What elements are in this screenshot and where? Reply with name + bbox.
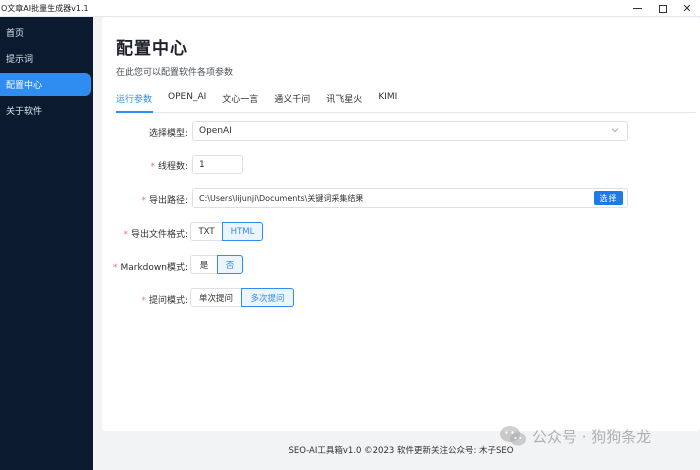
watermark-text: 公众号 · 狗狗条龙 — [532, 427, 652, 446]
export-path-label: * 导出路径: — [141, 196, 188, 206]
chevron-down-icon — [611, 126, 619, 134]
close-button[interactable]: ✕ — [674, 0, 700, 17]
sidebar-item-home[interactable]: 首页 — [0, 21, 91, 44]
page-title: 配置中心 — [116, 39, 188, 59]
question-mode-segment: 单次提问 多次提问 — [190, 288, 294, 307]
page-subtitle: 在此您可以配置软件各项参数 — [116, 68, 234, 78]
tab-bar: 运行参数 OPEN_AI 文心一言 通义千问 讯飞星火 KIMI — [116, 92, 413, 110]
maximize-icon — [659, 4, 667, 13]
maximize-button[interactable] — [650, 0, 676, 17]
tab-xunfei[interactable]: 讯飞星火 — [326, 92, 362, 110]
format-txt-option[interactable]: TXT — [190, 222, 223, 241]
required-mark: * — [123, 230, 128, 240]
minimize-icon — [632, 8, 642, 9]
window-title: O文章AI批量生成器v1.1 — [1, 3, 89, 13]
single-question-option[interactable]: 单次提问 — [190, 288, 242, 307]
wechat-icon — [498, 424, 528, 448]
required-mark: * — [150, 162, 155, 172]
tab-active-indicator — [116, 111, 153, 113]
model-select[interactable]: OpenAI — [192, 121, 628, 141]
threads-input[interactable]: 1 — [192, 155, 243, 174]
markdown-yes-option[interactable]: 是 — [190, 255, 218, 274]
markdown-no-option[interactable]: 否 — [217, 255, 243, 274]
window-titlebar: O文章AI批量生成器v1.1 — [0, 0, 700, 17]
tab-tongyi[interactable]: 通义千问 — [274, 92, 310, 110]
sidebar-item-about[interactable]: 关于软件 — [0, 99, 91, 122]
question-mode-label: * 提问模式: — [141, 296, 188, 306]
model-label: 选择模型: — [148, 129, 188, 139]
sidebar: 首页 提示词 配置中心 关于软件 — [0, 17, 93, 470]
minimize-button[interactable] — [624, 0, 650, 17]
tab-kimi[interactable]: KIMI — [378, 92, 397, 110]
threads-label: * 线程数: — [150, 162, 188, 172]
tab-run-params[interactable]: 运行参数 — [116, 92, 152, 110]
markdown-segment: 是 否 — [190, 255, 243, 274]
export-format-segment: TXT HTML — [190, 222, 263, 241]
required-mark: * — [112, 263, 118, 273]
export-format-label: * 导出文件格式: — [123, 230, 188, 240]
sidebar-item-prompts[interactable]: 提示词 — [0, 47, 91, 70]
tab-openai[interactable]: OPEN_AI — [168, 92, 206, 110]
required-mark: * — [141, 196, 146, 206]
watermark: 公众号 · 狗狗条龙 — [498, 424, 651, 448]
multi-question-option[interactable]: 多次提问 — [241, 288, 294, 307]
tab-wenxin[interactable]: 文心一言 — [222, 92, 258, 110]
export-path-input[interactable]: C:\Users\lijunji\Documents\关键词采集结果 — [192, 188, 628, 208]
choose-path-button[interactable]: 选择 — [594, 191, 623, 205]
close-icon: ✕ — [682, 2, 692, 15]
markdown-label: * Markdown模式: — [112, 263, 188, 273]
required-mark: * — [141, 296, 146, 306]
format-html-option[interactable]: HTML — [222, 222, 263, 241]
tab-divider — [116, 112, 696, 113]
sidebar-item-config[interactable]: 配置中心 — [0, 73, 91, 96]
model-select-value: OpenAI — [199, 126, 232, 136]
